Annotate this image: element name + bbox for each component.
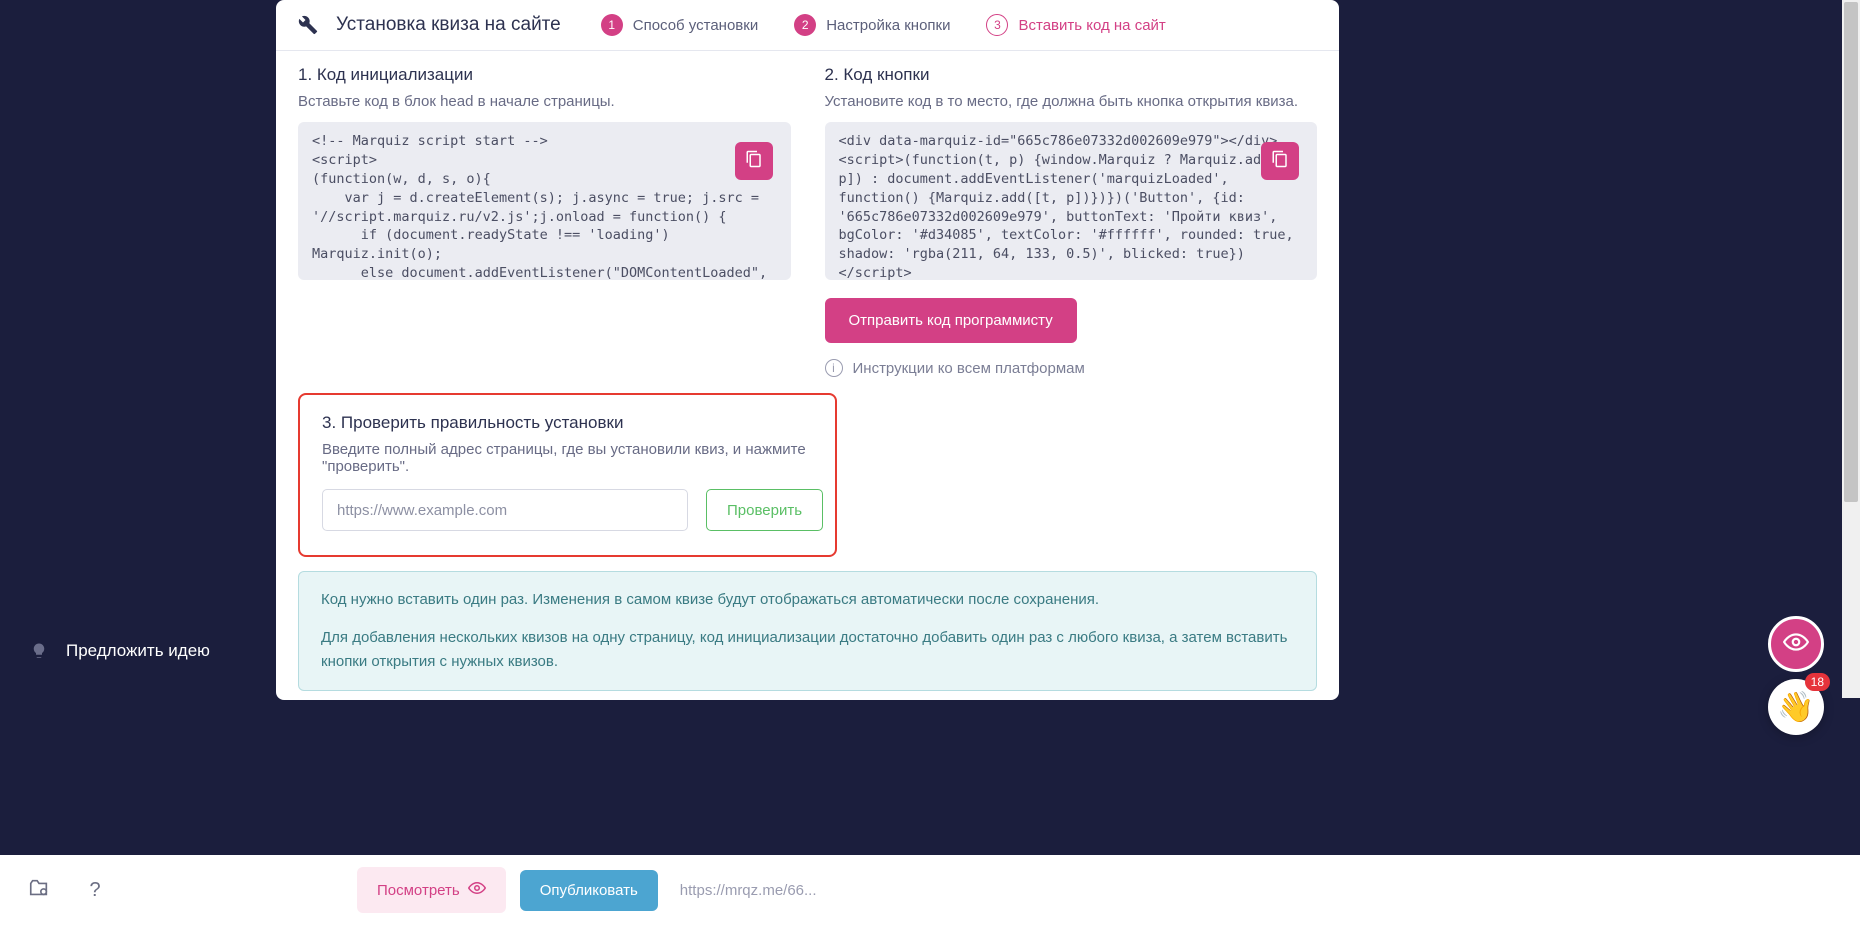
eye-icon [468,879,486,901]
folder-icon [28,877,50,904]
help-button[interactable]: ? [78,873,112,907]
suggest-idea-link[interactable]: Предложить идею [30,641,210,661]
verify-url-input[interactable] [322,489,688,531]
step-2[interactable]: 2 Настройка кнопки [794,14,950,36]
send-code-button[interactable]: Отправить код программисту [825,298,1077,343]
fab-preview[interactable] [1768,616,1824,672]
chat-badge: 18 [1805,673,1830,691]
step-3-label: Вставить код на сайт [1018,17,1165,34]
verify-button[interactable]: Проверить [706,489,823,531]
step-1-num: 1 [601,14,623,36]
step-1[interactable]: 1 Способ установки [601,14,758,36]
section2-title: 2. Код кнопки [825,65,1318,85]
scrollbar-thumb[interactable] [1844,2,1858,502]
section3-title: 3. Проверить правильность установки [322,413,813,433]
publish-button[interactable]: Опубликовать [520,870,658,911]
section1-desc: Вставьте код в блок head в начале страни… [298,93,791,110]
verify-card: 3. Проверить правильность установки Введ… [298,393,837,557]
copy-button-code[interactable] [1261,142,1299,180]
button-code-box [825,122,1318,280]
panel-content: 1. Код инициализации Вставьте код в блок… [276,51,1339,709]
main-panel: Установка квиза на сайте 1 Способ устано… [276,0,1339,700]
copy-icon [1271,150,1289,172]
button-code-text[interactable] [825,122,1318,280]
lightbulb-icon [30,642,48,660]
instructions-label: Инструкции ко всем платформам [853,360,1085,377]
section1-title: 1. Код инициализации [298,65,791,85]
note-p2: Для добавления нескольких квизов на одну… [321,626,1294,674]
init-code-box [298,122,791,280]
preview-button[interactable]: Посмотреть [357,867,506,913]
copy-init-button[interactable] [735,142,773,180]
share-url[interactable]: https://mrqz.me/66... [680,882,817,899]
copy-icon [745,150,763,172]
info-icon: i [825,359,843,377]
eye-icon [1783,629,1809,660]
instructions-link[interactable]: i Инструкции ко всем платформам [825,359,1318,377]
folder-button[interactable] [22,873,56,907]
note-p1: Код нужно вставить один раз. Изменения в… [321,588,1294,612]
init-code-text[interactable] [298,122,791,280]
bottom-bar: ? Посмотреть Опубликовать https://mrqz.m… [0,855,1860,925]
preview-label: Посмотреть [377,882,460,899]
suggest-idea-label: Предложить идею [66,641,210,661]
fab-chat[interactable]: 👋 18 [1768,679,1824,735]
section3-desc: Введите полный адрес страницы, где вы ус… [322,441,813,475]
scrollbar-track[interactable] [1842,0,1860,698]
section2-desc: Установите код в то место, где должна бы… [825,93,1318,110]
step-1-label: Способ установки [633,17,758,34]
step-2-num: 2 [794,14,816,36]
help-icon: ? [89,879,100,902]
tools-icon [298,15,318,35]
note-box: Код нужно вставить один раз. Изменения в… [298,571,1317,691]
wave-icon: 👋 [1777,690,1814,725]
step-3[interactable]: 3 Вставить код на сайт [986,14,1165,36]
step-3-num: 3 [986,14,1008,36]
panel-title: Установка квиза на сайте [336,14,561,36]
step-2-label: Настройка кнопки [826,17,950,34]
panel-header: Установка квиза на сайте 1 Способ устано… [276,0,1339,51]
